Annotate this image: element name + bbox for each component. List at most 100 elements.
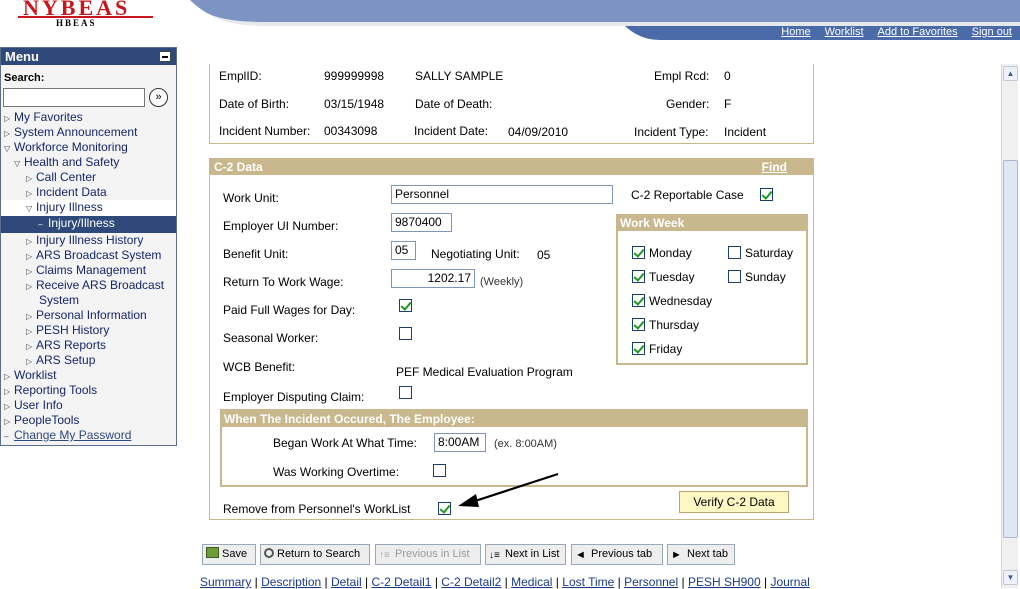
tuesday-checkbox[interactable] <box>632 270 645 283</box>
nav-add-favorites-link[interactable]: Add to Favorites <box>878 26 958 38</box>
friday-checkbox[interactable] <box>632 342 645 355</box>
paid-full-wages-checkbox[interactable] <box>399 299 412 312</box>
page-link-pesh-sh900[interactable]: PESH SH900 <box>688 575 761 589</box>
menu-item-receive-ars-broadcast[interactable]: ▷ Receive ARS Broadcast <box>1 278 176 293</box>
return-to-search-button[interactable]: Return to Search <box>260 544 370 565</box>
thursday-checkbox[interactable] <box>632 318 645 331</box>
menu-item-label: System <box>39 293 80 307</box>
page-link-lost-time[interactable]: Lost Time <box>562 575 614 589</box>
previous-in-list-label: Previous in List <box>395 548 470 560</box>
next-in-list-label: Next in List <box>505 548 560 560</box>
menu-item-label: Personal Information <box>36 308 147 322</box>
menu-item-incident-data[interactable]: ▷ Incident Data <box>1 185 176 200</box>
working-overtime-checkbox[interactable] <box>433 464 446 477</box>
previous-tab-button[interactable]: ◄ Previous tab <box>571 544 663 565</box>
next-in-list-button[interactable]: ↓≡ Next in List <box>485 544 566 565</box>
menu-item-worklist[interactable]: ▷ Worklist <box>1 368 176 383</box>
page-link-medical[interactable]: Medical <box>511 575 552 589</box>
page-link-description[interactable]: Description <box>261 575 321 589</box>
menu-item-health-and-safety[interactable]: ▽ Health and Safety <box>1 155 176 170</box>
menu-item-label: Injury/Illness <box>48 216 115 230</box>
menu-item-label: PeopleTools <box>14 413 80 427</box>
arrow-up-list-icon: ↑≡ <box>379 550 390 561</box>
menu-item-system-announcement[interactable]: ▷ System Announcement <box>1 125 176 140</box>
nybeas-logo: NYBEAS HBEAS <box>18 0 158 30</box>
dash-icon: – <box>4 432 9 441</box>
save-button[interactable]: Save <box>202 544 256 565</box>
scroll-up-icon[interactable]: ▲ <box>1003 66 1018 81</box>
scroll-thumb[interactable] <box>1003 160 1018 538</box>
employer-disputing-label: Employer Disputing Claim: <box>223 390 365 404</box>
wednesday-checkbox[interactable] <box>632 294 645 307</box>
menu-item-my-favorites[interactable]: ▷ My Favorites <box>1 110 176 125</box>
employer-disputing-checkbox[interactable] <box>399 386 412 399</box>
employer-ui-input[interactable]: 9870400 <box>391 213 452 232</box>
menu-title: Menu <box>5 49 39 64</box>
menu-item-ars-reports[interactable]: ▷ ARS Reports <box>1 338 176 353</box>
menu-search-input[interactable] <box>3 88 145 107</box>
menu-item-ars-setup[interactable]: ▷ ARS Setup <box>1 353 176 368</box>
menu-item-change-password[interactable]: – Change My Password <box>1 428 176 443</box>
seasonal-worker-label: Seasonal Worker: <box>223 331 319 345</box>
incident-occurred-title: When The Incident Occured, The Employee: <box>222 411 806 427</box>
scroll-down-icon[interactable]: ▼ <box>1003 570 1018 585</box>
sunday-checkbox[interactable] <box>728 270 741 283</box>
incident-number-value: 00343098 <box>324 124 378 138</box>
menu-item-ars-broadcast-system[interactable]: ▷ ARS Broadcast System <box>1 248 176 263</box>
nav-signout-link[interactable]: Sign out <box>972 26 1012 38</box>
menu-item-injury-illness-page[interactable]: – Injury/Illness <box>1 216 176 233</box>
monday-checkbox[interactable] <box>632 246 645 259</box>
collapse-icon[interactable] <box>159 51 171 62</box>
menu-item-pesh-history[interactable]: ▷ PESH History <box>1 323 176 338</box>
employer-ui-label: Employer UI Number: <box>223 219 339 233</box>
triangle-right-icon: ▷ <box>26 267 33 276</box>
menu-item-injury-illness[interactable]: ▽ Injury Illness <box>1 200 176 216</box>
dob-value: 03/15/1948 <box>324 97 385 111</box>
menu-item-receive-ars-broadcast-cont[interactable]: System <box>1 293 176 308</box>
verify-c2-button[interactable]: Verify C-2 Data <box>679 491 789 513</box>
c2-reportable-checkbox[interactable] <box>760 188 773 201</box>
menu-item-workforce-monitoring[interactable]: ▽ Workforce Monitoring <box>1 140 176 155</box>
next-tab-button[interactable]: ► Next tab <box>667 544 735 565</box>
menu-item-personal-information[interactable]: ▷ Personal Information <box>1 308 176 323</box>
menu-item-peopletools[interactable]: ▷ PeopleTools <box>1 413 176 428</box>
find-link[interactable]: Find <box>762 159 787 175</box>
incident-number-label: Incident Number: <box>219 124 311 138</box>
saturday-checkbox[interactable] <box>728 246 741 259</box>
benefit-unit-input[interactable]: 05 <box>391 241 416 260</box>
page-link-c2-detail2[interactable]: C-2 Detail2 <box>441 575 501 589</box>
page-link-summary[interactable]: Summary <box>200 575 251 589</box>
return-to-search-label: Return to Search <box>277 548 361 560</box>
menu-item-reporting-tools[interactable]: ▷ Reporting Tools <box>1 383 176 398</box>
menu-item-label: Claims Management <box>36 263 147 277</box>
incident-type-value: Incident <box>724 125 767 139</box>
began-work-input[interactable]: 8:00AM <box>434 433 486 452</box>
page-link-journal[interactable]: Journal <box>770 575 809 589</box>
menu-item-label: Health and Safety <box>24 155 120 169</box>
search-label: Search: <box>4 72 45 84</box>
menu-item-label: Incident Data <box>36 185 107 199</box>
rtw-wage-input[interactable]: 1202.17 <box>391 269 475 288</box>
menu-item-claims-management[interactable]: ▷ Claims Management <box>1 263 176 278</box>
search-go-icon[interactable]: » <box>149 88 168 107</box>
menu-item-user-info[interactable]: ▷ User Info <box>1 398 176 413</box>
c2-header: C-2 Data Find <box>210 159 813 175</box>
triangle-right-icon: ▷ <box>26 252 33 261</box>
page-link-detail[interactable]: Detail <box>331 575 362 589</box>
arrow-left-icon: ◄ <box>575 549 586 561</box>
previous-in-list-button[interactable]: ↑≡ Previous in List <box>375 544 481 565</box>
gender-label: Gender: <box>666 97 710 111</box>
nav-worklist-link[interactable]: Worklist <box>825 26 864 38</box>
menu-item-call-center[interactable]: ▷ Call Center <box>1 170 176 185</box>
page-link-c2-detail1[interactable]: C-2 Detail1 <box>371 575 431 589</box>
triangle-right-icon: ▷ <box>4 114 11 123</box>
nav-home-link[interactable]: Home <box>781 26 810 38</box>
seasonal-worker-checkbox[interactable] <box>399 327 412 340</box>
page-link-personnel[interactable]: Personnel <box>624 575 678 589</box>
work-unit-input[interactable]: Personnel <box>391 185 613 204</box>
page-tab-links: Summary | Description | Detail | C-2 Det… <box>200 575 810 589</box>
vertical-scrollbar[interactable]: ▲ ▼ <box>1001 64 1018 588</box>
menu-item-label: System Announcement <box>14 125 138 139</box>
menu-item-label: ARS Reports <box>36 338 107 352</box>
menu-item-injury-illness-history[interactable]: ▷ Injury Illness History <box>1 233 176 248</box>
